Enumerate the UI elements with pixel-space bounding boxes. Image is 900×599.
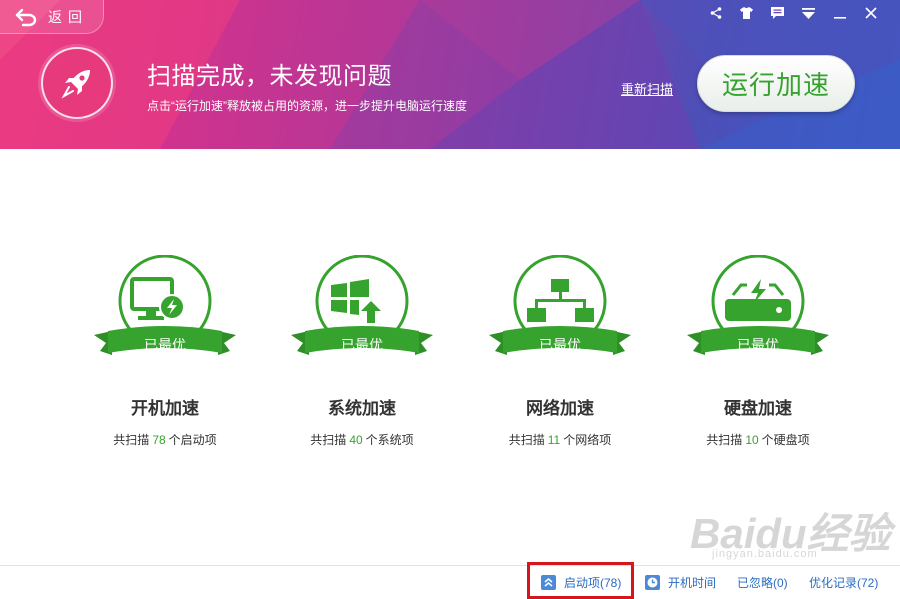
- ignored-link[interactable]: 已忽略(0): [737, 574, 788, 591]
- boot-time-label: 开机时间: [668, 576, 717, 590]
- rocket-icon: [41, 47, 113, 119]
- rescan-link[interactable]: 重新扫描: [621, 79, 673, 98]
- badge-label: 已最优: [341, 337, 383, 353]
- card-scan-summary: 共扫描 78 个启动项: [113, 433, 217, 447]
- message-icon[interactable]: [762, 4, 793, 22]
- scan-result-description: 点击“运行加速”释放被占用的资源，进一步提升电脑运行速度: [147, 99, 467, 113]
- card-title: 系统加速: [328, 399, 396, 418]
- card-scan-summary: 共扫描 10 个硬盘项: [706, 433, 810, 447]
- badge-label: 已最优: [539, 337, 581, 353]
- window-controls: [700, 4, 886, 22]
- annotation-highlight-box: [527, 562, 634, 599]
- card-scan-summary: 共扫描 11 个网络项: [508, 433, 612, 447]
- optimization-history-link[interactable]: 优化记录(72): [809, 574, 878, 591]
- disk-boost-card[interactable]: 已最优 硬盘加速 共扫描 10 个硬盘项: [683, 255, 833, 455]
- header-banner: 返回 扫描完成，未发现问题 点击“运行加速”释放被占用的资源，进一步提升电脑运行…: [0, 0, 900, 149]
- shirt-skin-icon[interactable]: [731, 4, 762, 22]
- share-icon[interactable]: [700, 4, 731, 22]
- dropdown-menu-icon[interactable]: [793, 4, 824, 22]
- boot-time-link[interactable]: 开机时间: [645, 574, 716, 591]
- back-arrow-icon: [15, 8, 37, 26]
- system-boost-card[interactable]: 已最优 系统加速 共扫描 40 个系统项: [287, 255, 437, 455]
- clock-icon: [645, 575, 660, 590]
- footer-bar: 启动项(78) 开机时间 已忽略(0) 优化记录(72): [0, 566, 900, 599]
- back-label: 返回: [48, 8, 88, 25]
- badge-label: 已最优: [737, 337, 779, 353]
- network-boost-card[interactable]: 已最优 网络加速 共扫描 11 个网络项: [485, 255, 635, 455]
- scan-result-headline: 扫描完成，未发现问题: [147, 63, 392, 90]
- card-title: 硬盘加速: [724, 399, 792, 418]
- baidu-watermark-url: jingyan.baidu.com: [712, 548, 818, 560]
- close-icon[interactable]: [855, 4, 886, 22]
- run-boost-button[interactable]: 运行加速: [697, 55, 855, 112]
- back-button[interactable]: 返回: [0, 0, 104, 34]
- card-scan-summary: 共扫描 40 个系统项: [310, 433, 414, 447]
- app-window: 返回 扫描完成，未发现问题 点击“运行加速”释放被占用的资源，进一步提升电脑运行…: [0, 0, 900, 599]
- card-title: 网络加速: [526, 399, 594, 418]
- minimize-icon[interactable]: [824, 4, 855, 22]
- badge-label: 已最优: [144, 337, 186, 353]
- card-title: 开机加速: [131, 399, 199, 418]
- startup-boost-card[interactable]: 已最优 开机加速 共扫描 78 个启动项: [90, 255, 240, 455]
